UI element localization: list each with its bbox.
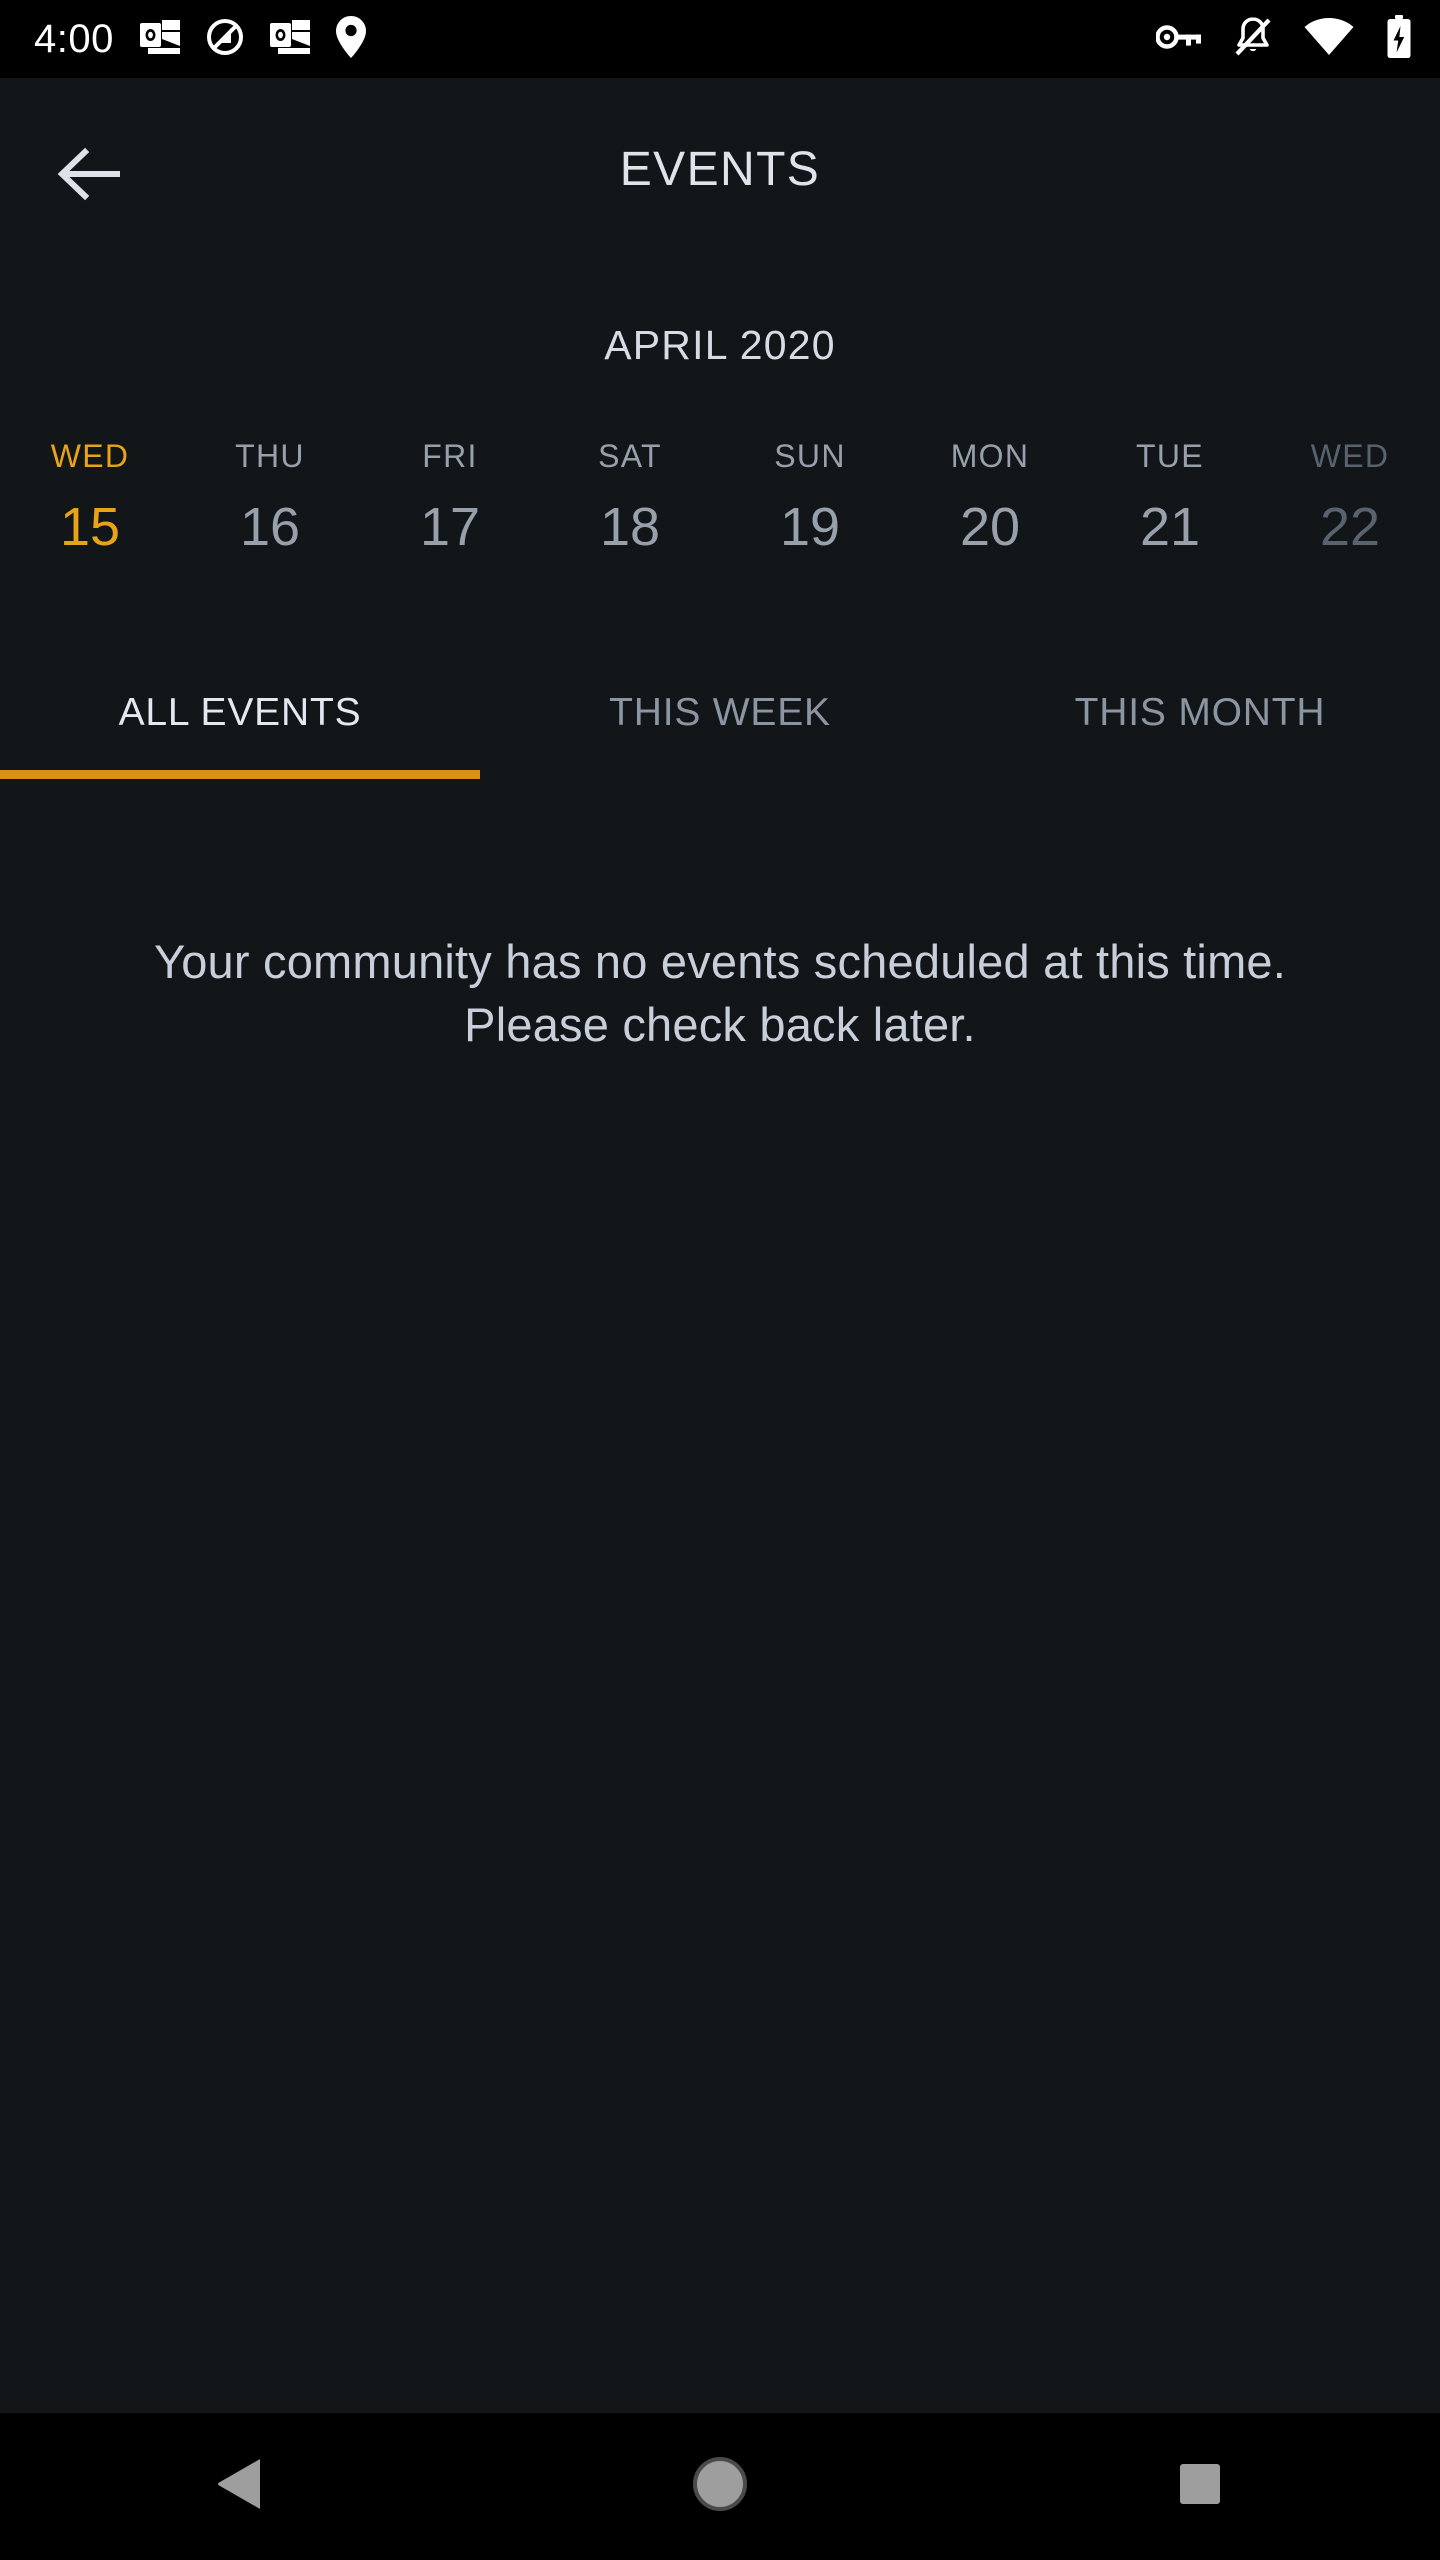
nav-back-icon: [216, 2457, 264, 2516]
date-day-number: 18: [599, 497, 661, 557]
date-day-of-week: WED: [50, 438, 130, 474]
outlook-icon: [269, 19, 310, 59]
date-cell-20[interactable]: MON 20: [900, 430, 1080, 554]
nav-recents-button[interactable]: [960, 2413, 1440, 2560]
date-day-number: 20: [959, 497, 1021, 557]
date-cell-22[interactable]: WED 22: [1260, 430, 1440, 554]
tab-this-week[interactable]: THIS WEEK: [480, 693, 960, 732]
date-cell-18[interactable]: SAT 18: [540, 430, 720, 554]
date-cell-21[interactable]: TUE 21: [1080, 430, 1260, 554]
date-day-of-week: THU: [235, 438, 305, 474]
nav-home-icon: [692, 2456, 748, 2517]
date-day-number: 21: [1139, 497, 1201, 557]
events-filter-tabs: ALL EVENTS THIS WEEK THIS MONTH: [0, 650, 1440, 775]
date-cell-17[interactable]: FRI 17: [360, 430, 540, 554]
date-day-number: 16: [239, 497, 301, 557]
date-cell-15[interactable]: WED 15: [0, 430, 180, 554]
vpn-key-icon: [1155, 24, 1202, 55]
app-bar: EVENTS: [0, 78, 1440, 260]
page-title: EVENTS: [619, 142, 821, 196]
app-screen: 4:00 EVENTS APRIL 2020 WED 15 THU 16 FRI…: [0, 0, 1440, 2560]
nav-recents-icon: [1176, 2460, 1224, 2513]
date-cell-16[interactable]: THU 16: [180, 430, 360, 554]
location-pin-icon: [335, 15, 366, 63]
nav-home-button[interactable]: [480, 2413, 960, 2560]
arrow-back-icon: [56, 144, 120, 209]
do-not-disturb-icon: [206, 18, 244, 61]
nav-back-button[interactable]: [0, 2413, 480, 2560]
status-clock: 4:00: [34, 17, 114, 61]
calendar-date-strip[interactable]: WED 15 THU 16 FRI 17 SAT 18 SUN 19 MON 2…: [0, 430, 1440, 580]
date-cell-19[interactable]: SUN 19: [720, 430, 900, 554]
tab-this-month[interactable]: THIS MONTH: [960, 693, 1440, 732]
system-navigation-bar: [0, 2413, 1440, 2560]
date-day-of-week: FRI: [422, 438, 478, 474]
battery-charging-icon: [1386, 14, 1412, 64]
date-day-of-week: WED: [1310, 438, 1390, 474]
notifications-off-icon: [1234, 16, 1272, 63]
date-day-number: 19: [779, 497, 841, 557]
back-button[interactable]: [38, 128, 160, 224]
date-day-of-week: SUN: [774, 438, 846, 474]
tab-active-indicator: [0, 770, 480, 779]
date-day-of-week: MON: [950, 438, 1030, 474]
date-day-of-week: SAT: [598, 438, 662, 474]
empty-state-message: Your community has no events scheduled a…: [153, 935, 1287, 1052]
calendar-month-label: APRIL 2020: [604, 322, 836, 368]
outlook-icon: [139, 19, 180, 59]
date-day-number: 22: [1319, 497, 1381, 557]
date-day-number: 17: [419, 497, 481, 557]
wifi-icon: [1304, 17, 1354, 61]
status-bar-right-group: [1155, 14, 1412, 64]
status-bar-left-group: 4:00: [34, 15, 1156, 63]
date-day-number: 15: [59, 497, 121, 557]
status-bar: 4:00: [0, 0, 1440, 78]
tab-all-events[interactable]: ALL EVENTS: [0, 693, 480, 732]
date-day-of-week: TUE: [1136, 438, 1204, 474]
